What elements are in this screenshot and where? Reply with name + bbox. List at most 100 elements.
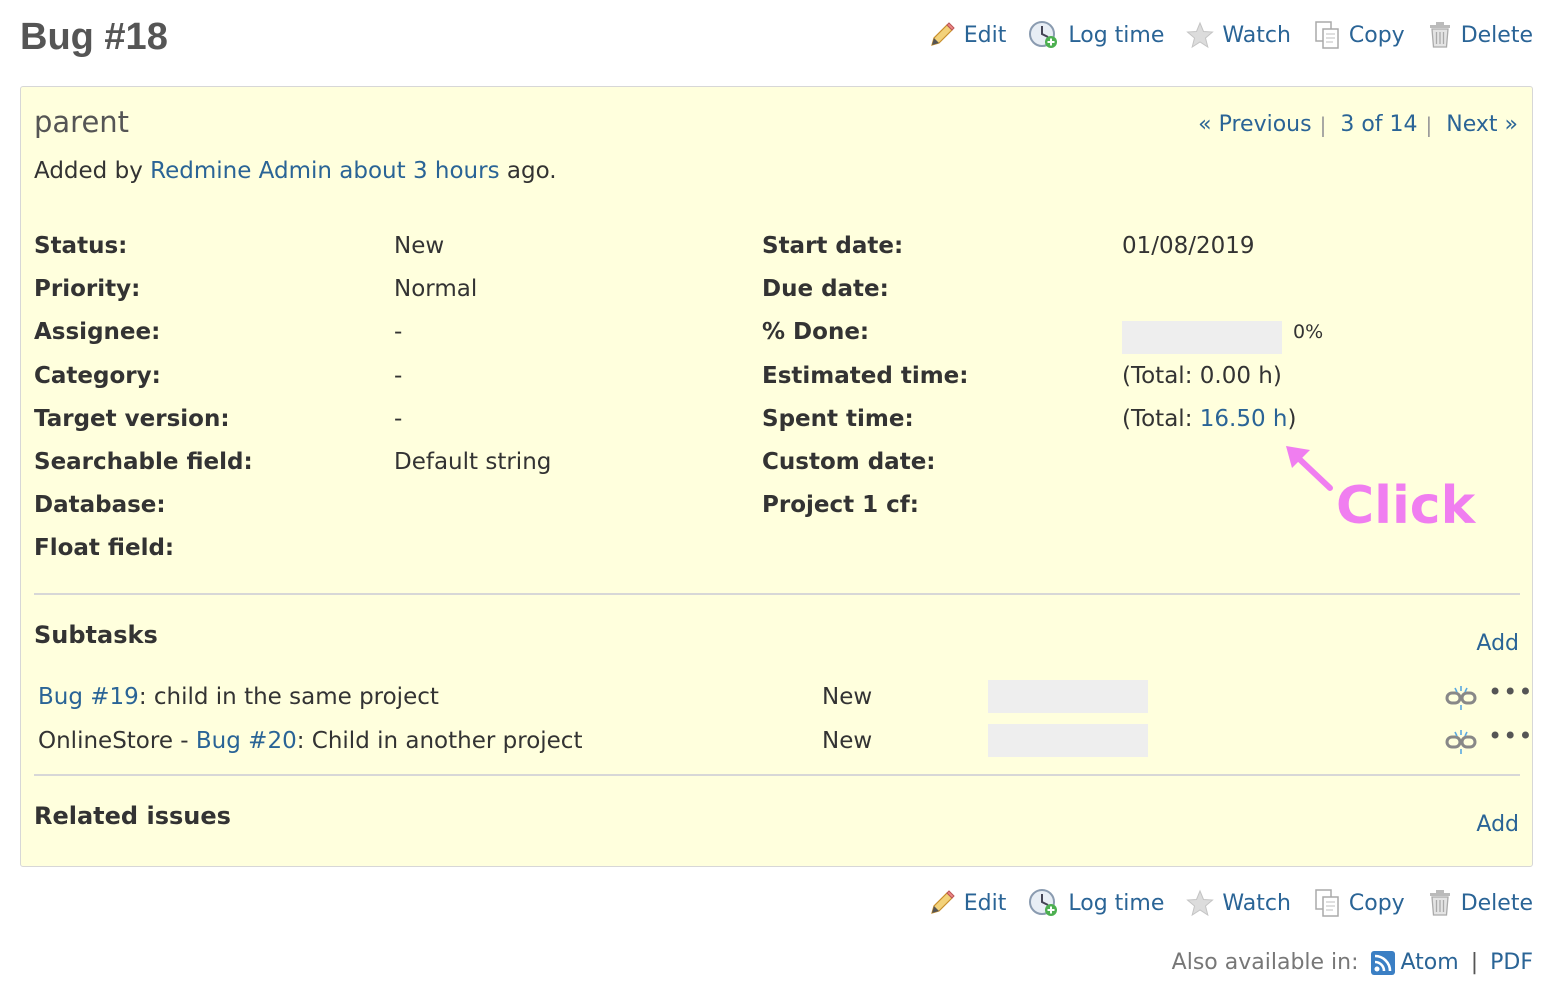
delete-button[interactable]: Delete — [1427, 21, 1533, 49]
subtask-text: : Child in another project — [296, 728, 583, 754]
subtasks-title: Subtasks — [34, 621, 158, 649]
log-time-button[interactable]: Log time — [1028, 888, 1164, 918]
subtask-progress-bar — [988, 724, 1148, 757]
spent-time-label: Spent time: — [762, 405, 914, 432]
copy-icon — [1315, 21, 1339, 49]
add-subtask-link[interactable]: Add — [1476, 631, 1519, 656]
subtask-row: Bug #19: child in the same project New •… — [38, 678, 1532, 720]
attribute-row: Priority: Normal Due date: — [34, 276, 1524, 319]
copy-button[interactable]: Copy — [1313, 888, 1405, 918]
add-related-issue-link[interactable]: Add — [1476, 812, 1519, 837]
author-link[interactable]: Redmine Admin — [150, 158, 332, 184]
float-field-label: Float field: — [34, 535, 175, 562]
issue-subject: parent — [34, 105, 130, 139]
added-by-suffix: ago. — [499, 158, 557, 184]
previous-link[interactable]: « Previous — [1198, 112, 1311, 137]
attribute-row: Float field: — [34, 535, 1524, 578]
subtask-subject: Bug #19: child in the same project — [38, 684, 439, 710]
pdf-link[interactable]: PDF — [1490, 950, 1533, 975]
position-link[interactable]: 3 of 14 — [1340, 112, 1417, 137]
footer-separator: | — [1470, 950, 1479, 975]
estimated-time-value: (Total: 0.00 h) — [1122, 362, 1282, 389]
watch-button[interactable]: Watch — [1186, 889, 1291, 917]
subtask-link[interactable]: Bug #19 — [38, 684, 139, 710]
delete-label: Delete — [1460, 890, 1533, 916]
next-link[interactable]: Next » — [1446, 112, 1518, 137]
issue-actions-bottom: Edit Log time Watch Copy Delete — [906, 888, 1533, 918]
watch-label: Watch — [1222, 22, 1291, 48]
start-date-value: 01/08/2019 — [1122, 233, 1255, 259]
issue-title: Bug #18 — [20, 16, 168, 58]
also-available-label: Also available in: — [1171, 950, 1359, 975]
due-date-label: Due date: — [762, 276, 889, 303]
subtask-actions-menu[interactable]: ••• — [1488, 678, 1533, 706]
copy-label: Copy — [1348, 22, 1405, 48]
done-progress-bar — [1122, 321, 1282, 354]
clock-add-icon — [1029, 889, 1058, 916]
issue-actions-top: Edit Log time Watch Copy Delete — [906, 20, 1533, 50]
rss-icon — [1370, 950, 1395, 975]
star-icon — [1186, 889, 1215, 917]
subtask-subject: OnlineStore - Bug #20: Child in another … — [38, 728, 582, 754]
subtask-actions-menu[interactable]: ••• — [1488, 722, 1533, 750]
unlink-icon[interactable] — [1445, 684, 1477, 712]
done-percent: 0% — [1293, 321, 1324, 343]
custom-date-label: Custom date: — [762, 448, 936, 475]
status-value: New — [394, 233, 445, 259]
divider — [34, 593, 1520, 595]
atom-link[interactable]: Atom — [1401, 950, 1459, 975]
log-time-button[interactable]: Log time — [1028, 20, 1164, 50]
spent-time-value: (Total: 16.50 h) — [1122, 406, 1296, 432]
spent-time-link[interactable]: 16.50 h — [1200, 406, 1288, 432]
category-value: - — [394, 362, 403, 389]
clock-add-icon — [1029, 21, 1058, 48]
priority-value: Normal — [394, 276, 478, 303]
priority-label: Priority: — [34, 276, 141, 303]
copy-label: Copy — [1348, 890, 1405, 916]
log-time-label: Log time — [1068, 22, 1165, 48]
related-issues-title: Related issues — [34, 802, 231, 830]
status-label: Status: — [34, 233, 128, 259]
unlink-icon[interactable] — [1445, 728, 1477, 756]
category-label: Category: — [34, 362, 161, 389]
delete-button[interactable]: Delete — [1427, 889, 1533, 917]
subtask-text: : child in the same project — [138, 684, 439, 710]
pencil-icon — [930, 890, 955, 914]
pencil-icon — [930, 22, 955, 46]
target-version-label: Target version: — [34, 405, 230, 432]
target-version-value: - — [394, 405, 403, 432]
issue-attributes: Status: New Start date: 01/08/2019 Prior… — [34, 233, 1524, 579]
annotation-arrow — [1286, 446, 1333, 491]
edit-label: Edit — [963, 890, 1007, 916]
edit-label: Edit — [963, 22, 1007, 48]
subtask-status: New — [822, 728, 873, 754]
watch-button[interactable]: Watch — [1186, 21, 1291, 49]
export-links: Also available in: Atom | PDF — [1172, 950, 1533, 975]
trash-icon — [1429, 890, 1450, 916]
subtask-link[interactable]: Bug #20 — [196, 728, 297, 754]
nav-separator: | — [1425, 112, 1433, 137]
subtask-status: New — [822, 684, 873, 710]
log-time-label: Log time — [1068, 890, 1165, 916]
spent-time-prefix: (Total: — [1122, 405, 1200, 432]
trash-icon — [1429, 22, 1450, 48]
watch-label: Watch — [1222, 890, 1291, 916]
subtask-row: OnlineStore - Bug #20: Child in another … — [38, 722, 1532, 764]
start-date-label: Start date: — [762, 233, 904, 259]
searchable-field-label: Searchable field: — [34, 448, 253, 475]
issue-navigation: « Previous | 3 of 14 | Next » — [1198, 112, 1518, 137]
attribute-row: Database: Project 1 cf: — [34, 492, 1524, 535]
edit-button[interactable]: Edit — [928, 21, 1007, 49]
added-by-prefix: Added by — [34, 158, 151, 184]
edit-button[interactable]: Edit — [928, 889, 1007, 917]
divider — [34, 774, 1520, 776]
attribute-row: Status: New Start date: 01/08/2019 — [34, 233, 1524, 276]
age-link[interactable]: about 3 hours — [339, 158, 499, 184]
delete-label: Delete — [1460, 22, 1533, 48]
searchable-field-value: Default string — [394, 448, 552, 475]
database-label: Database: — [34, 492, 166, 519]
spent-time-suffix: ) — [1287, 405, 1297, 432]
star-icon — [1186, 21, 1215, 49]
copy-button[interactable]: Copy — [1313, 20, 1405, 50]
project-cf-label: Project 1 cf: — [762, 492, 919, 519]
